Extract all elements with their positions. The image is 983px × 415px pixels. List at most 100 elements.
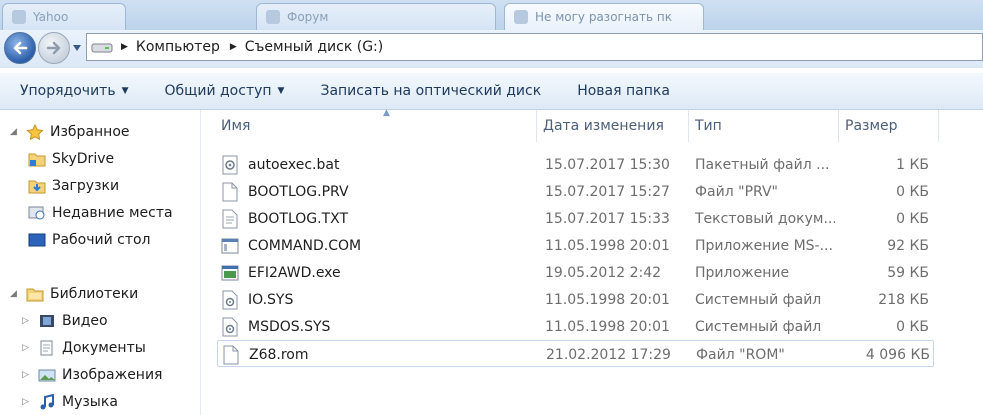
file-name-cell[interactable]: IO.SYS [221, 286, 541, 313]
file-size: 218 КБ [878, 291, 929, 308]
new-folder-label: Новая папка [577, 83, 670, 99]
nav-video[interactable]: ▷ Видео [12, 308, 108, 334]
back-button[interactable] [4, 32, 36, 64]
tab-active[interactable]: Не могу разогнать пк [504, 3, 704, 30]
file-size: 1 КБ [896, 156, 929, 173]
organize-button[interactable]: Упорядочить ▼ [10, 73, 139, 109]
sort-ascending-icon: ▲ [383, 108, 390, 118]
file-row-command-com[interactable]: COMMAND.COM 11.05.1998 20:01 Приложение MS… [217, 232, 934, 259]
file-type: Текстовый докум... [695, 210, 835, 227]
file-name: autoexec.bat [248, 156, 340, 173]
file-name: MSDOS.SYS [248, 318, 331, 335]
file-date: 15.07.2017 15:30 [545, 156, 670, 173]
expand-icon[interactable]: ▷ [22, 397, 34, 407]
file-name-cell[interactable]: MSDOS.SYS [221, 313, 541, 340]
file-date: 11.05.1998 20:01 [545, 237, 670, 254]
file-size: 4 096 КБ [865, 346, 930, 363]
nav-label: Избранное [50, 124, 130, 140]
new-folder-button[interactable]: Новая папка [567, 73, 680, 109]
nav-skydrive[interactable]: SkyDrive [24, 146, 114, 172]
file-name-cell[interactable]: EFI2AWD.exe [221, 259, 541, 286]
tab-yahoo[interactable]: Yahoo [2, 3, 126, 30]
file-size: 0 КБ [896, 318, 929, 335]
tab-favicon-icon [266, 10, 280, 24]
nav-favorites[interactable]: ◢ Избранное [0, 119, 130, 145]
file-name: IO.SYS [248, 291, 294, 308]
share-button[interactable]: Общий доступ ▼ [155, 73, 295, 109]
nav-libraries[interactable]: ◢ Библиотеки [0, 281, 138, 307]
file-list: ▲ Имя Дата изменения Тип Размер autoexec… [201, 108, 983, 415]
tab-label: Форум [287, 10, 329, 24]
file-row-io-sys[interactable]: IO.SYS 11.05.1998 20:01 Системный файл 218 … [217, 286, 934, 313]
file-type: Системный файл [695, 318, 822, 335]
column-label: Размер [845, 118, 898, 134]
column-header-name[interactable]: ▲ Имя [215, 108, 537, 142]
command-toolbar: Упорядочить ▼ Общий доступ ▼ Записать на… [0, 73, 983, 110]
expand-icon[interactable]: ▷ [22, 370, 34, 380]
column-header-size[interactable]: Размер [839, 110, 939, 142]
expand-icon[interactable]: ▷ [22, 343, 34, 353]
music-library-icon [40, 394, 54, 410]
breadcrumb-drive[interactable]: Съемный диск (G:) [245, 39, 383, 55]
file-row-efi2awd-exe[interactable]: EFI2AWD.exe 19.05.2012 2:42 Приложение 59 К… [217, 259, 934, 286]
file-type: Приложение [695, 264, 790, 281]
nav-pictures[interactable]: ▷ Изображения [12, 362, 162, 388]
recent-pages-dropdown-icon[interactable] [72, 44, 82, 52]
share-label: Общий доступ [164, 83, 272, 99]
burn-label: Записать на оптический диск [320, 83, 542, 99]
file-row-autoexec-bat[interactable]: autoexec.bat 15.07.2017 15:30 Пакетный фай… [217, 151, 934, 178]
file-date: 11.05.1998 20:01 [545, 318, 670, 335]
chevron-down-icon: ▼ [277, 86, 285, 96]
collapse-icon[interactable]: ◢ [10, 289, 22, 299]
nav-downloads[interactable]: Загрузки [24, 173, 119, 199]
file-name-cell[interactable]: autoexec.bat [221, 151, 541, 178]
tab-forum[interactable]: Форум [256, 3, 496, 30]
breadcrumb-computer[interactable]: Компьютер [136, 39, 220, 55]
file-size: 92 КБ [887, 237, 929, 254]
nav-documents[interactable]: ▷ Документы [12, 335, 146, 361]
tab-favicon-icon [514, 10, 528, 24]
explorer-window: Yahoo Форум Не могу разогнать пк ▶ Компь… [0, 0, 983, 415]
batch-file-icon [222, 155, 238, 174]
navigation-pane: ◢ Избранное SkyDrive Загрузки Недавние м… [0, 110, 200, 415]
burn-button[interactable]: Записать на оптический диск [310, 73, 551, 109]
forward-button[interactable] [38, 32, 70, 64]
chevron-down-icon: ▼ [121, 86, 129, 96]
file-row-msdos-sys[interactable]: MSDOS.SYS 11.05.1998 20:01 Системный файл 0… [217, 313, 934, 340]
file-row-z68-rom[interactable]: Z68.rom 21.02.2012 17:29 Файл "ROM" 4 096 К… [217, 340, 934, 367]
nav-music[interactable]: ▷ Музыка [12, 389, 118, 415]
nav-label: Изображения [62, 367, 163, 383]
removable-drive-icon [91, 43, 113, 53]
nav-label: Музыка [62, 394, 118, 410]
expand-icon[interactable]: ▷ [22, 316, 34, 326]
nav-recent-places[interactable]: Недавние места [24, 200, 173, 226]
system-file-icon [222, 290, 238, 309]
desktop-icon [28, 233, 46, 247]
tab-favicon-icon [12, 10, 26, 24]
file-name-cell[interactable]: COMMAND.COM [221, 232, 541, 259]
skydrive-folder-icon [28, 153, 46, 167]
nav-label: Недавние места [52, 205, 173, 221]
arrow-right-icon [46, 41, 61, 55]
file-date: 15.07.2017 15:33 [545, 210, 670, 227]
nav-desktop[interactable]: Рабочий стол [24, 227, 151, 253]
file-size: 59 КБ [887, 264, 929, 281]
column-header-type[interactable]: Тип [689, 110, 839, 142]
file-row-bootlog-txt[interactable]: BOOTLOG.TXT 15.07.2017 15:33 Текстовый док… [217, 205, 934, 232]
file-name-cell[interactable]: BOOTLOG.PRV [221, 178, 541, 205]
address-bar[interactable]: ▶ Компьютер ▶ Съемный диск (G:) [86, 33, 983, 61]
file-row-bootlog-prv[interactable]: BOOTLOG.PRV 15.07.2017 15:27 Файл "PRV" 0 К… [217, 178, 934, 205]
file-icon [223, 345, 239, 364]
file-name-cell[interactable]: Z68.rom [222, 341, 542, 368]
file-name-cell[interactable]: BOOTLOG.TXT [221, 205, 541, 232]
breadcrumb-separator-icon[interactable]: ▶ [230, 42, 237, 52]
file-name: COMMAND.COM [248, 237, 362, 254]
file-date: 19.05.2012 2:42 [545, 264, 662, 281]
breadcrumb-separator-icon[interactable]: ▶ [121, 42, 128, 52]
file-type: Файл "ROM" [696, 346, 785, 363]
column-header-date[interactable]: Дата изменения [537, 110, 689, 142]
file-name: Z68.rom [249, 346, 309, 363]
system-file-icon [222, 317, 238, 336]
collapse-icon[interactable]: ◢ [10, 127, 22, 137]
nav-label: Документы [62, 340, 146, 356]
